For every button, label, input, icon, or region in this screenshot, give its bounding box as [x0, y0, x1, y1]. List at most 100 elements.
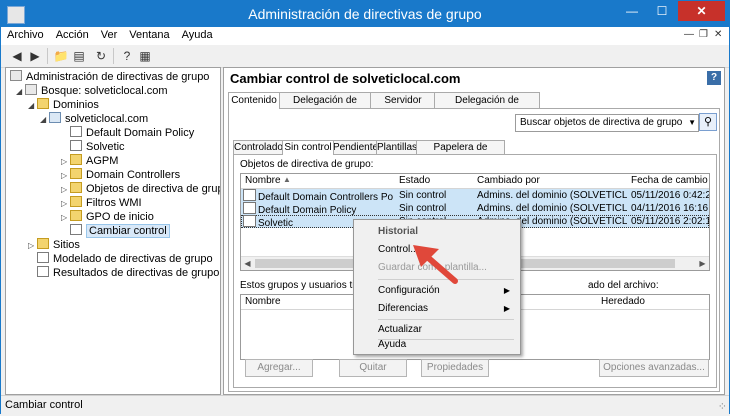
forest-icon	[25, 84, 37, 95]
tab-plantillas[interactable]: Plantillas	[376, 140, 418, 154]
group-label: Objetos de directiva de grupo:	[240, 159, 374, 170]
toolbar-separator	[47, 48, 48, 64]
ou-folder-icon	[70, 154, 82, 165]
back-icon[interactable]: ◀	[9, 48, 25, 64]
ou-folder-icon	[70, 168, 82, 179]
expand-icon[interactable]: ▷	[61, 211, 70, 225]
column-estado[interactable]: Estado	[399, 175, 430, 186]
folder-icon	[70, 210, 82, 221]
column-cambiado-por[interactable]: Cambiado por	[477, 175, 540, 186]
mdi-minimize-icon[interactable]: —	[684, 29, 694, 40]
refresh-icon[interactable]: ↻	[93, 48, 109, 64]
tree-domains[interactable]: ◢ Dominios	[28, 98, 99, 112]
gpo-icon	[243, 202, 256, 214]
tree-results[interactable]: Resultados de directivas de grupo	[37, 266, 219, 280]
toolbar: ◀ ▶ 📁 ▤ ↻ ? ▦	[1, 45, 729, 68]
menu-ayuda[interactable]: Ayuda	[176, 27, 219, 41]
properties-icon[interactable]: ▦	[137, 48, 153, 64]
column-fecha[interactable]: Fecha de cambio	[631, 175, 708, 186]
scroll-right-icon[interactable]: ▶	[696, 257, 709, 270]
tree-item-starter-gpos[interactable]: ▷ GPO de inicio	[61, 210, 154, 224]
tab-papelera[interactable]: Papelera de reciclaje	[416, 140, 505, 166]
collapse-icon[interactable]: ◢	[40, 113, 49, 127]
tree-item-solvetic[interactable]: Solvetic	[61, 140, 125, 154]
folder-icon	[70, 182, 82, 193]
menu-ver[interactable]: Ver	[95, 27, 124, 41]
expand-icon[interactable]: ▷	[61, 183, 70, 197]
table-row[interactable]: Default Domain Controllers Policy Sin co…	[241, 189, 709, 203]
menu-accion[interactable]: Acción	[50, 27, 95, 41]
tab-servidor-agpm[interactable]: Servidor AGPM	[370, 92, 436, 121]
tree-root[interactable]: Administración de directivas de grupo	[10, 70, 209, 84]
sort-ascending-icon: ▲	[283, 175, 291, 184]
list-header: Nombre ▲ Estado Cambiado por Fecha de ca…	[241, 174, 709, 189]
toolbar-separator	[113, 48, 114, 64]
change-control-icon	[70, 224, 82, 235]
properties-button[interactable]: Propiedades	[421, 359, 489, 377]
tree-forest[interactable]: ◢ Bosque: solveticlocal.com	[16, 84, 168, 98]
status-bar: Cambiar control ⁘	[1, 395, 729, 414]
remove-button[interactable]: Quitar	[339, 359, 407, 377]
menu-bar: Archivo Acción Ver Ventana Ayuda — ❐ ✕	[1, 27, 729, 45]
table-row[interactable]: Default Domain Policy Sin control Admins…	[241, 202, 709, 216]
page-title: Cambiar control de solveticlocal.com	[230, 71, 461, 86]
help-icon[interactable]: ?	[119, 48, 135, 64]
mdi-close-icon[interactable]: ✕	[714, 29, 722, 40]
advanced-options-button[interactable]: Opciones avanzadas...	[599, 359, 709, 377]
tree-item-gpo-objects[interactable]: ▷ Objetos de directiva de grupo	[61, 182, 220, 197]
tree-item-agpm[interactable]: ▷ AGPM	[61, 154, 118, 168]
title-bar: Administración de directivas de grupo — …	[1, 1, 729, 27]
mdi-restore-icon[interactable]: ❐	[699, 29, 708, 40]
tab-sin-control[interactable]: Sin control	[282, 140, 334, 155]
tab-delegacion-dominio[interactable]: Delegación de dominio	[278, 92, 372, 121]
tab-contenido[interactable]: Contenido	[228, 92, 280, 109]
collapse-icon[interactable]: ◢	[28, 99, 37, 113]
expand-icon[interactable]: ▷	[61, 155, 70, 169]
collapse-icon[interactable]: ◢	[16, 85, 25, 99]
add-button[interactable]: Agregar...	[245, 359, 313, 377]
tree-item-wmi-filters[interactable]: ▷ Filtros WMI	[61, 196, 142, 210]
tree-modeling[interactable]: Modelado de directivas de grupo	[37, 252, 213, 266]
submenu-arrow-icon: ▶	[503, 304, 510, 313]
folder-icon	[37, 98, 49, 109]
tree-item-default-domain-policy[interactable]: Default Domain Policy	[61, 126, 194, 140]
resize-grip-icon[interactable]: ⁘	[718, 398, 727, 416]
gpmc-icon	[10, 70, 22, 81]
maximize-button[interactable]: ☐	[648, 1, 676, 21]
show-hide-tree-icon[interactable]: ▤	[71, 48, 87, 64]
menu-item-diferencias[interactable]: Diferencias ▶	[356, 300, 516, 318]
help-icon[interactable]: ?	[707, 71, 721, 85]
column-nombre[interactable]: Nombre	[245, 175, 281, 186]
expand-icon[interactable]: ▷	[61, 169, 70, 183]
menu-item-historial[interactable]: Historial	[356, 223, 516, 241]
menu-separator	[378, 319, 514, 320]
tree-domain[interactable]: ◢ solveticlocal.com	[40, 112, 148, 126]
tree-item-domain-controllers[interactable]: ▷ Domain Controllers	[61, 168, 180, 182]
scroll-left-icon[interactable]: ◀	[241, 257, 254, 270]
expand-icon[interactable]: ▷	[28, 239, 37, 253]
expand-icon[interactable]: ▷	[61, 197, 70, 211]
submenu-arrow-icon: ▶	[503, 286, 510, 295]
search-input[interactable]: Buscar objetos de directiva de grupo ▼	[515, 114, 699, 132]
column-heredado[interactable]: Heredado	[601, 296, 645, 307]
gpo-icon	[243, 215, 256, 227]
tab-delegacion-produccion[interactable]: Delegación de producción	[434, 92, 540, 121]
tree-sites[interactable]: ▷ Sitios	[28, 238, 80, 252]
forward-icon[interactable]: ▶	[27, 48, 43, 64]
menu-item-ayuda[interactable]: Ayuda	[356, 336, 516, 352]
tab-pendiente[interactable]: Pendiente	[332, 140, 378, 154]
close-button[interactable]: ✕	[678, 1, 725, 21]
chevron-down-icon[interactable]: ▼	[688, 115, 696, 131]
menu-ventana[interactable]: Ventana	[123, 27, 175, 41]
menu-archivo[interactable]: Archivo	[1, 27, 50, 41]
column-nombre[interactable]: Nombre	[245, 296, 281, 307]
tab-controlado[interactable]: Controlado	[233, 140, 284, 154]
tree-item-change-control[interactable]: Cambiar control	[61, 224, 170, 238]
console-tree: Administración de directivas de grupo ◢ B…	[5, 67, 221, 395]
gpo-link-icon	[70, 140, 82, 151]
up-folder-icon[interactable]: 📁	[53, 48, 69, 64]
main-window: Administración de directivas de grupo — …	[0, 0, 730, 414]
search-icon[interactable]: ⚲	[699, 113, 717, 131]
minimize-button[interactable]: —	[618, 1, 646, 21]
gpo-link-icon	[70, 126, 82, 137]
